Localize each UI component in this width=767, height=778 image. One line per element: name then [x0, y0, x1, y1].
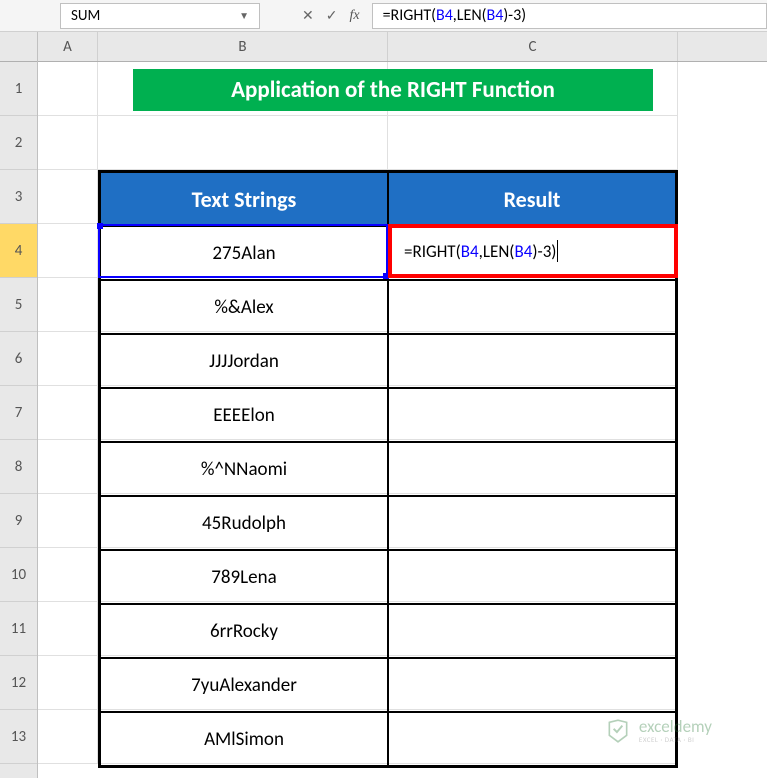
cell[interactable] — [38, 170, 98, 224]
cell[interactable] — [38, 710, 98, 764]
cell[interactable] — [38, 278, 98, 332]
table-cell[interactable]: %&Alex — [100, 280, 388, 334]
fx-icon[interactable]: fx — [349, 8, 359, 24]
cell[interactable] — [38, 62, 98, 116]
select-all-corner[interactable] — [0, 32, 37, 62]
grid-area: A B C Application of the RIGHT Function — [38, 32, 767, 778]
row-header-12[interactable]: 12 — [0, 656, 37, 710]
table-cell[interactable] — [388, 550, 676, 604]
row-headers: 1 2 3 4 5 6 7 8 9 10 11 12 13 — [0, 32, 38, 778]
table-cell[interactable] — [388, 658, 676, 712]
cell[interactable] — [38, 386, 98, 440]
table-cell[interactable]: 275Alan — [100, 226, 388, 280]
formula-ref-2: B4 — [487, 6, 504, 25]
table-cell[interactable]: JJJJordan — [100, 334, 388, 388]
table-cell[interactable]: 7yuAlexander — [100, 658, 388, 712]
edit-ref-1: B4 — [461, 241, 479, 262]
col-header-B[interactable]: B — [98, 32, 388, 61]
logo-icon — [605, 718, 631, 744]
grid-body: Application of the RIGHT Function Text S… — [38, 62, 767, 764]
cell[interactable] — [38, 224, 98, 278]
formula-input[interactable]: =RIGHT(B4,LEN(B4)-3) — [372, 3, 767, 29]
edit-text: =RIGHT( — [404, 241, 461, 262]
cell[interactable] — [38, 332, 98, 386]
cell[interactable] — [38, 494, 98, 548]
cell[interactable] — [38, 548, 98, 602]
edit-text: )-3) — [532, 241, 556, 262]
cell[interactable] — [38, 116, 98, 170]
row-header-10[interactable]: 10 — [0, 548, 37, 602]
formula-text-mid: ,LEN( — [453, 6, 487, 25]
spreadsheet: 1 2 3 4 5 6 7 8 9 10 11 12 13 A B C — [0, 32, 767, 778]
watermark-name: exceldemy — [639, 718, 712, 735]
table-cell[interactable] — [388, 496, 676, 550]
row-header-9[interactable]: 9 — [0, 494, 37, 548]
formula-text-prefix: =RIGHT( — [383, 6, 436, 25]
table-header-result[interactable]: Result — [388, 172, 676, 226]
enter-icon[interactable]: ✓ — [326, 7, 338, 24]
row-header-11[interactable]: 11 — [0, 602, 37, 656]
table-cell[interactable]: 45Rudolph — [100, 496, 388, 550]
table-cell[interactable]: %^NNaomi — [100, 442, 388, 496]
row-header-13[interactable]: 13 — [0, 710, 37, 764]
name-box-value: SUM — [71, 7, 100, 25]
row-header-2[interactable]: 2 — [0, 116, 37, 170]
cell[interactable] — [38, 656, 98, 710]
edit-text: ,LEN( — [479, 241, 515, 262]
row-header-1[interactable]: 1 — [0, 62, 37, 116]
table-cell[interactable] — [388, 604, 676, 658]
cell[interactable] — [98, 116, 388, 170]
row-header-7[interactable]: 7 — [0, 386, 37, 440]
cell[interactable] — [38, 440, 98, 494]
cell[interactable] — [38, 602, 98, 656]
row-header-3[interactable]: 3 — [0, 170, 37, 224]
col-header-C[interactable]: C — [388, 32, 678, 61]
dropdown-icon[interactable]: ▼ — [239, 9, 249, 22]
table-cell[interactable]: EEEElon — [100, 388, 388, 442]
table-cell[interactable]: AMlSimon — [100, 712, 388, 766]
table-cell[interactable] — [388, 388, 676, 442]
name-box[interactable]: SUM ▼ — [60, 3, 260, 29]
edit-ref-2: B4 — [514, 241, 532, 262]
col-header-A[interactable]: A — [38, 32, 98, 61]
formula-ref-1: B4 — [436, 6, 453, 25]
table-cell[interactable]: 6rrRocky — [100, 604, 388, 658]
row-header-8[interactable]: 8 — [0, 440, 37, 494]
table-cell[interactable]: 789Lena — [100, 550, 388, 604]
row-header-5[interactable]: 5 — [0, 278, 37, 332]
watermark: exceldemy EXCEL · DATA · BI — [605, 718, 712, 744]
page-title: Application of the RIGHT Function — [133, 69, 653, 111]
formula-controls: ✕ ✓ fx — [290, 7, 372, 24]
row-header-4[interactable]: 4 — [0, 224, 37, 278]
table-cell[interactable] — [388, 280, 676, 334]
table-cell[interactable] — [388, 334, 676, 388]
formula-bar: SUM ▼ ✕ ✓ fx =RIGHT(B4,LEN(B4)-3) — [0, 0, 767, 32]
column-headers: A B C — [38, 32, 767, 62]
table-header-text-strings[interactable]: Text Strings — [100, 172, 388, 226]
active-editing-cell[interactable]: =RIGHT(B4,LEN(B4)-3) — [388, 224, 678, 278]
row-header-6[interactable]: 6 — [0, 332, 37, 386]
text-cursor — [557, 240, 558, 262]
cancel-icon[interactable]: ✕ — [302, 7, 314, 24]
cell[interactable] — [388, 116, 678, 170]
table-cell[interactable] — [388, 442, 676, 496]
formula-text-suffix: )-3) — [503, 6, 526, 25]
